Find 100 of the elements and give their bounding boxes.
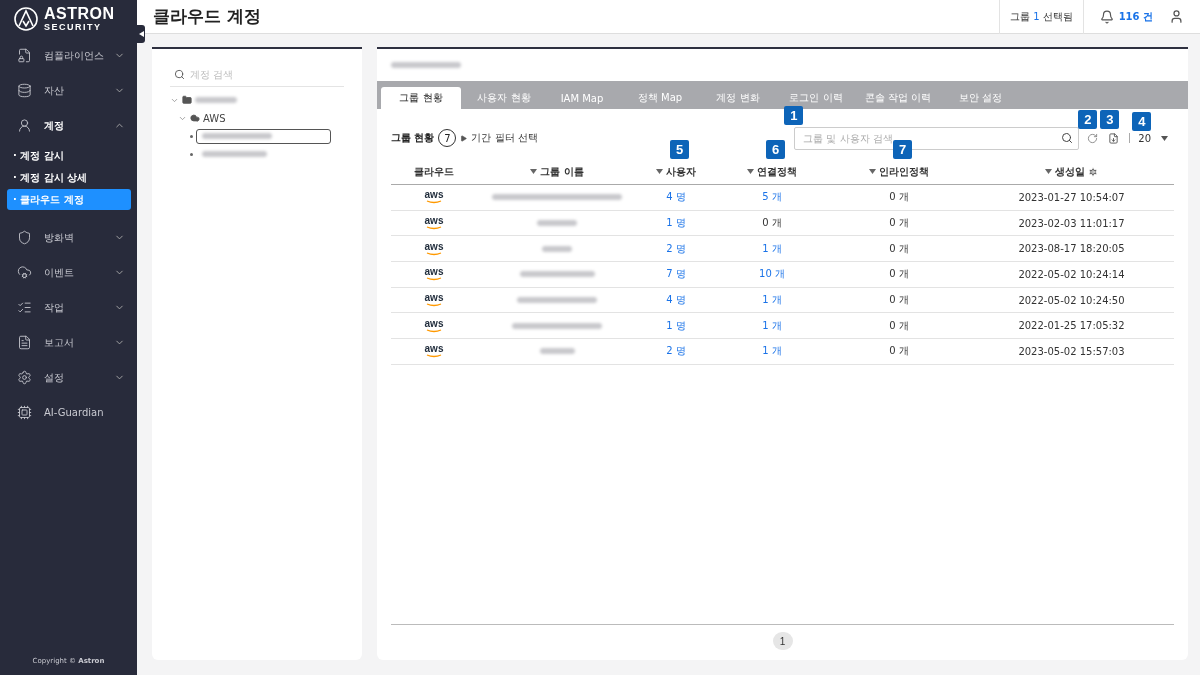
users-count[interactable]: 1 명 <box>666 318 686 333</box>
document-icon <box>17 335 32 350</box>
users-count[interactable]: 2 명 <box>666 344 686 359</box>
logo-icon <box>14 7 38 31</box>
nav-item[interactable]: 자산 <box>0 73 137 108</box>
nav-item[interactable]: 설정 <box>0 360 137 395</box>
bullet-icon <box>190 152 193 156</box>
policy-count[interactable]: 10 개 <box>759 267 785 282</box>
inline-policy-count: 0 개 <box>889 241 909 256</box>
redacted-name <box>537 220 577 227</box>
column-header[interactable]: 연결정책 <box>757 164 797 179</box>
account-search-field[interactable]: 계정 검색 <box>170 65 344 87</box>
redacted-name <box>542 245 572 252</box>
column-header[interactable]: 사용자 <box>666 164 696 179</box>
created-date: 2023-01-27 10:54:07 <box>1018 191 1125 203</box>
aws-logo: aws <box>424 318 444 333</box>
column-header[interactable]: 인라인정책 <box>879 164 929 179</box>
column-header: 클라우드 <box>414 164 454 179</box>
users-count[interactable]: 4 명 <box>666 293 686 308</box>
column-header[interactable]: 그룹 이름 <box>540 164 584 179</box>
user-icon[interactable] <box>1169 9 1184 24</box>
nav-item[interactable]: 작업 <box>0 290 137 325</box>
tree-label[interactable]: AWS <box>203 112 226 124</box>
policy-count[interactable]: 5 개 <box>762 190 782 205</box>
alerts-button[interactable]: 116 건 <box>1083 9 1169 24</box>
sort-caret-icon[interactable] <box>869 169 876 174</box>
page-size-select[interactable]: 20 <box>1138 132 1168 144</box>
brand-name: ASTRON <box>44 6 115 22</box>
aws-logo: aws <box>424 241 444 256</box>
list-icon <box>17 300 32 315</box>
inline-policy-count: 0 개 <box>889 318 909 333</box>
page-title: 클라우드 계정 <box>153 5 262 28</box>
created-date: 2023-05-02 15:57:03 <box>1018 345 1125 357</box>
users-count[interactable]: 1 명 <box>666 216 686 231</box>
inline-policy-count: 0 개 <box>889 216 909 231</box>
nav-item[interactable]: 이벤트 <box>0 255 137 290</box>
inline-policy-count: 0 개 <box>889 267 909 282</box>
created-date: 2022-01-25 17:05:32 <box>1018 320 1125 332</box>
nav-item[interactable]: 방화벽 <box>0 220 137 255</box>
collapse-handle[interactable] <box>137 25 145 43</box>
sort-caret-icon[interactable] <box>747 169 754 174</box>
tab[interactable]: 그룹 현황 <box>381 87 461 109</box>
callout-badge: 6 <box>766 139 785 159</box>
settings-icon <box>17 370 32 385</box>
nav-subitem[interactable]: · 계정 감시 상세 <box>7 167 131 188</box>
policy-count[interactable]: 1 개 <box>762 344 782 359</box>
sort-caret-icon[interactable] <box>656 169 663 174</box>
inline-policy-count: 0 개 <box>889 344 909 359</box>
inline-policy-count: 0 개 <box>889 293 909 308</box>
policy-count[interactable]: 1 개 <box>762 293 782 308</box>
users-count[interactable]: 4 명 <box>666 190 686 205</box>
users-count[interactable]: 7 명 <box>666 267 686 282</box>
brand-tagline: SECURITY <box>44 23 103 32</box>
nav-item[interactable]: 컴플라이언스 <box>0 38 137 73</box>
users-count[interactable]: 2 명 <box>666 241 686 256</box>
page-button[interactable]: 1 <box>772 632 793 650</box>
database-icon <box>17 83 32 98</box>
aws-logo: aws <box>424 344 444 359</box>
redacted-title <box>391 62 461 68</box>
cloud-icon <box>17 265 32 280</box>
policy-count[interactable]: 1 개 <box>762 241 782 256</box>
nav-subitem[interactable]: · 계정 감시 <box>7 145 131 166</box>
play-icon <box>460 134 468 142</box>
search-icon[interactable] <box>1061 131 1074 144</box>
settings-icon[interactable] <box>1088 166 1098 177</box>
period-filter-link[interactable]: 기간 필터 선택 <box>471 131 538 145</box>
chevron-icon <box>114 120 125 131</box>
aws-logo: aws <box>424 190 444 205</box>
nav-item[interactable]: 계정 <box>0 108 137 143</box>
nav-subitem[interactable]: · 클라우드 계정 <box>7 189 131 210</box>
selection-status: 그룹 1 선택됨 <box>999 0 1084 34</box>
inline-policy-count: 0 개 <box>889 190 909 205</box>
aws-logo: aws <box>424 267 444 282</box>
created-date: 2023-02-03 11:01:17 <box>1018 217 1125 229</box>
file-lock-icon <box>17 48 32 63</box>
bell-icon <box>1099 9 1114 24</box>
callout-badge: 5 <box>670 139 689 159</box>
aws-logo: aws <box>424 216 444 231</box>
nav-item[interactable]: 보고서 <box>0 325 137 360</box>
aws-logo: aws <box>424 293 444 308</box>
created-date: 2023-08-17 18:20:05 <box>1018 243 1125 255</box>
folder-icon <box>182 95 192 105</box>
nav-item[interactable]: AI-Guardian <box>0 395 137 430</box>
callout-badge: 2 <box>1078 109 1098 129</box>
redacted-name <box>195 97 237 103</box>
sort-caret-icon[interactable] <box>530 169 538 174</box>
created-date: 2022-05-02 10:24:50 <box>1018 294 1125 306</box>
caret-icon <box>1161 135 1168 141</box>
column-header[interactable]: 생성일 <box>1055 164 1085 179</box>
callout-badge: 4 <box>1132 111 1152 131</box>
policy-count: 0 개 <box>762 216 782 231</box>
tree-item[interactable] <box>196 128 331 144</box>
redacted-name <box>539 348 575 355</box>
callout-badge: 3 <box>1100 109 1120 129</box>
sort-caret-icon[interactable] <box>1045 169 1052 174</box>
cloud-icon <box>190 113 200 123</box>
user-icon <box>17 118 32 133</box>
policy-count[interactable]: 1 개 <box>762 318 782 333</box>
bullet-icon <box>190 134 193 138</box>
chip-icon <box>17 405 32 420</box>
